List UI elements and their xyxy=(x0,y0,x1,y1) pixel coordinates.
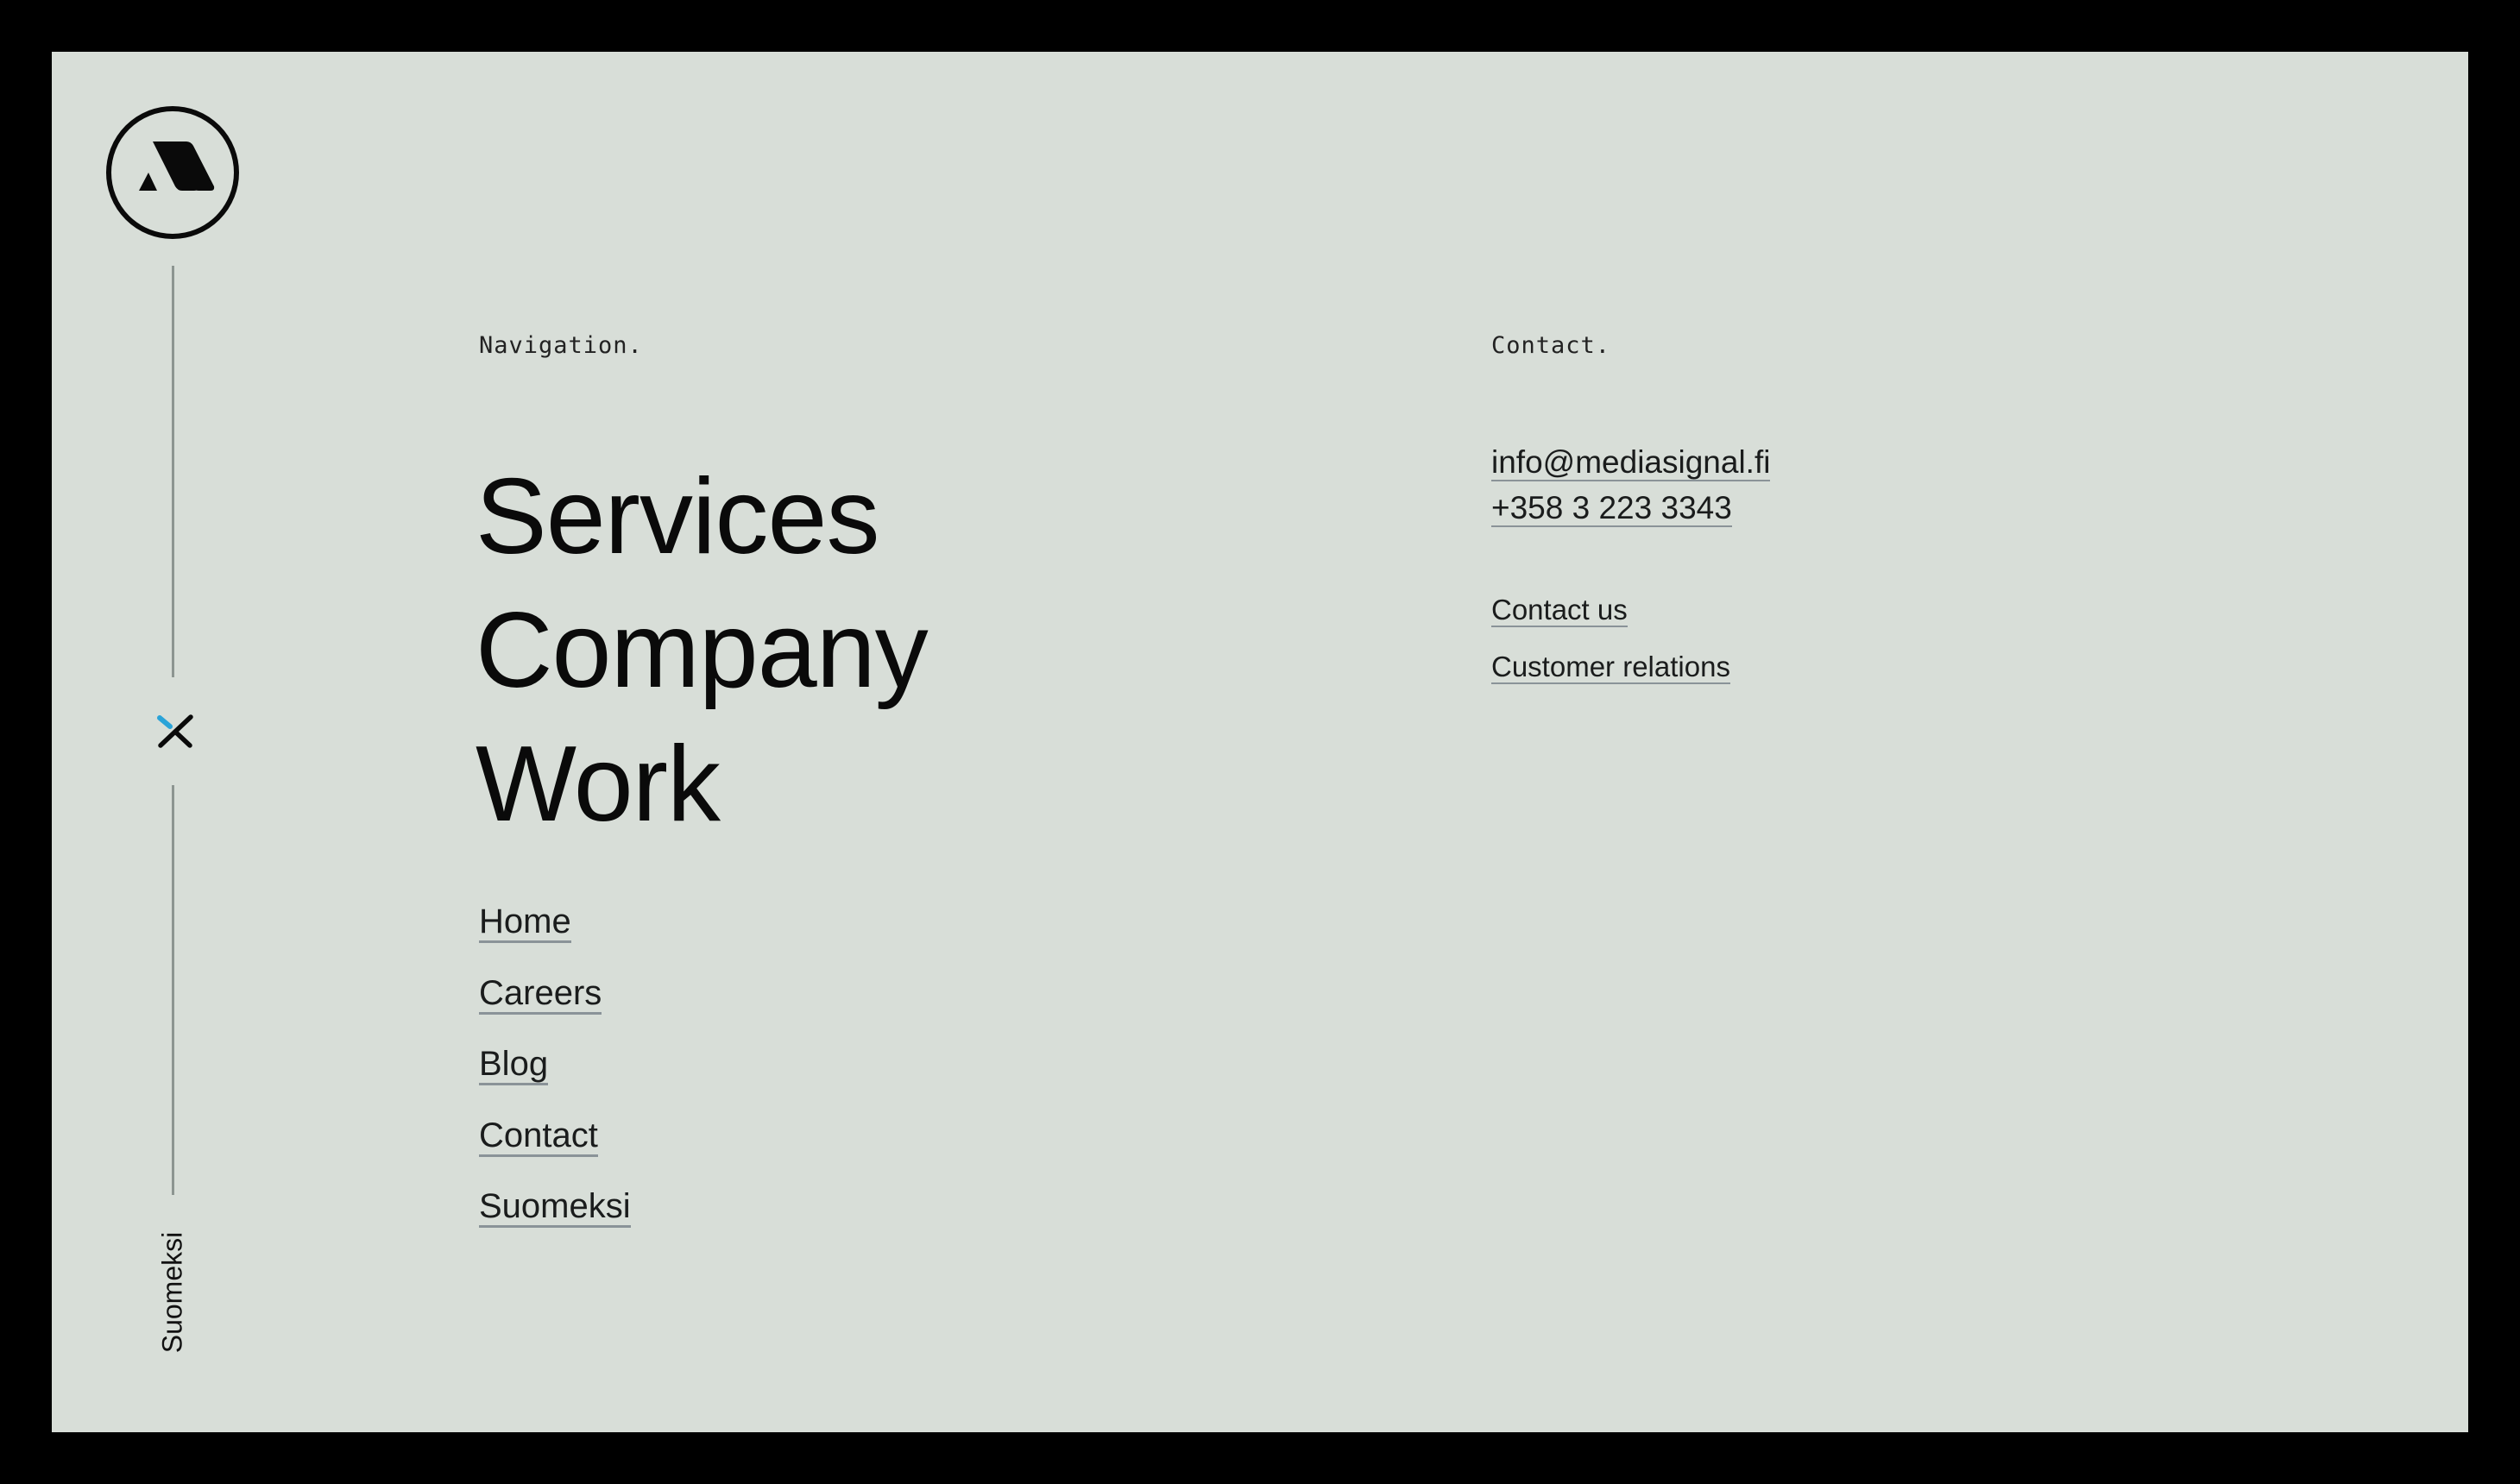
contact-email-item: info@mediasignal.fi xyxy=(1491,444,1771,490)
nav-link-contact[interactable]: Contact xyxy=(479,1116,598,1157)
secondary-nav-item: Suomeksi xyxy=(479,1187,631,1259)
contact-heading: Contact. xyxy=(1491,332,1611,359)
secondary-nav-item: Careers xyxy=(479,974,631,1046)
language-switch-vertical[interactable]: Suomeksi xyxy=(157,1232,189,1354)
secondary-nav-list: Home Careers Blog Contact Suomeksi xyxy=(479,902,631,1259)
secondary-nav-item: Home xyxy=(479,902,631,974)
contact-details-list: info@mediasignal.fi +358 3 223 3343 xyxy=(1491,444,1771,536)
primary-nav-company[interactable]: Company xyxy=(476,584,929,718)
contact-link-item: Contact us xyxy=(1491,594,1730,651)
primary-nav-services[interactable]: Services xyxy=(476,450,928,584)
contact-links-list: Contact us Customer relations xyxy=(1491,594,1730,707)
sidebar-divider-bottom xyxy=(172,785,174,1195)
contact-link-item: Customer relations xyxy=(1491,651,1730,707)
contact-us-link[interactable]: Contact us xyxy=(1491,594,1628,627)
nav-link-careers[interactable]: Careers xyxy=(479,974,602,1015)
primary-nav-list: Services Company Work xyxy=(476,450,929,852)
phone-link[interactable]: +358 3 223 3343 xyxy=(1491,491,1732,527)
nav-link-home[interactable]: Home xyxy=(479,902,571,944)
close-menu-button[interactable] xyxy=(147,707,198,756)
customer-relations-link[interactable]: Customer relations xyxy=(1491,651,1730,684)
primary-nav-work[interactable]: Work xyxy=(476,718,928,852)
secondary-nav-item: Contact xyxy=(479,1116,631,1188)
email-link[interactable]: info@mediasignal.fi xyxy=(1491,445,1771,481)
sidebar-divider-top xyxy=(172,266,174,677)
nav-link-suomeksi[interactable]: Suomeksi xyxy=(479,1187,631,1229)
nav-link-blog[interactable]: Blog xyxy=(479,1045,549,1086)
menu-overlay-panel: Suomeksi Navigation. Services Company Wo… xyxy=(52,52,2468,1432)
mediasignal-logo-icon xyxy=(106,106,239,239)
home-logo-link[interactable] xyxy=(105,105,240,240)
close-x-icon xyxy=(157,714,193,748)
secondary-nav-item: Blog xyxy=(479,1045,631,1116)
contact-phone-item: +358 3 223 3343 xyxy=(1491,490,1770,536)
navigation-heading: Navigation. xyxy=(479,332,643,359)
